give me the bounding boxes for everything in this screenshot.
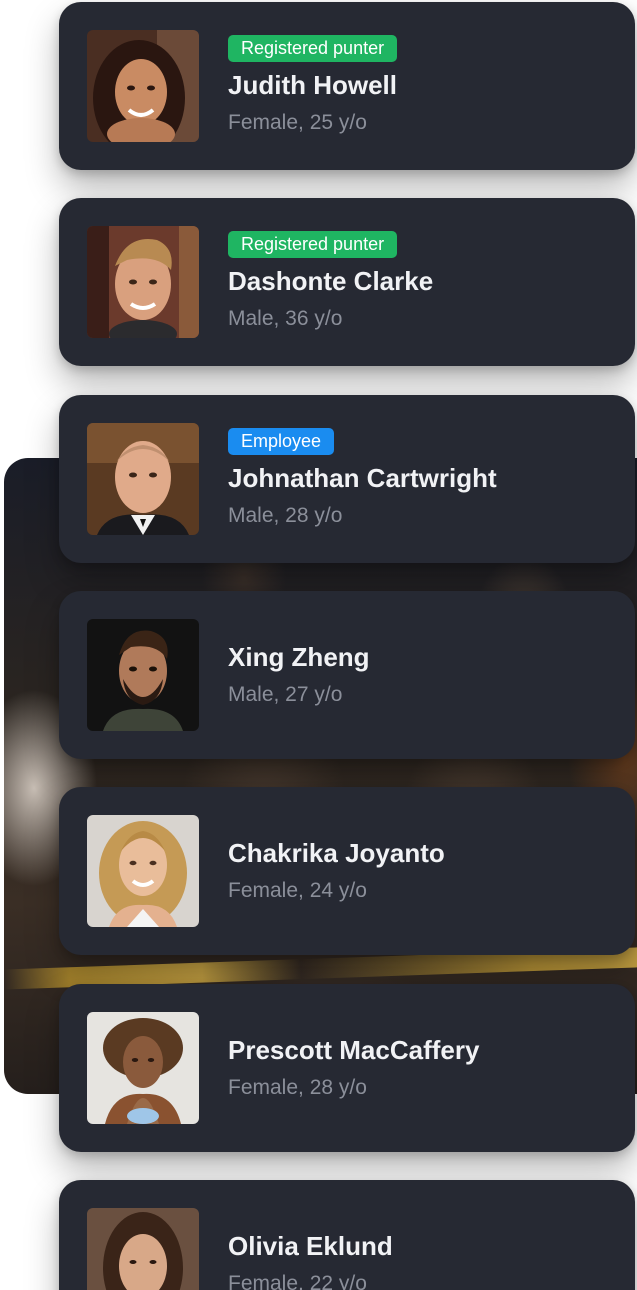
person-name: Johnathan Cartwright: [228, 462, 497, 493]
person-card[interactable]: Registered punter Judith Howell Female, …: [59, 2, 635, 170]
avatar: [87, 226, 199, 338]
person-details: Female, 24 y/o: [228, 879, 367, 902]
person-details: Male, 36 y/o: [228, 306, 343, 330]
avatar: [87, 30, 199, 142]
person-card[interactable]: Employee Johnathan Cartwright Male, 28 y…: [59, 395, 635, 563]
person-details: Female, 28 y/o: [228, 1076, 367, 1099]
status-badge: Registered punter: [228, 230, 398, 258]
status-badge: Registered punter: [228, 34, 398, 62]
avatar: [87, 1012, 199, 1124]
person-card[interactable]: Prescott MacCaffery Female, 28 y/o: [59, 984, 635, 1152]
person-card[interactable]: Registered punter Dashonte Clarke Male, …: [59, 198, 635, 366]
avatar: [87, 1208, 199, 1290]
avatar: [87, 423, 199, 535]
people-list-screen: Registered punter Judith Howell Female, …: [0, 0, 637, 1290]
status-badge: Employee: [228, 427, 335, 455]
person-name: Judith Howell: [228, 69, 397, 100]
person-details: Female, 25 y/o: [228, 110, 367, 134]
person-card[interactable]: Chakrika Joyanto Female, 24 y/o: [59, 787, 635, 955]
person-name: Xing Zheng: [228, 642, 370, 672]
person-details: Female, 22 y/o: [228, 1272, 367, 1290]
person-name: Prescott MacCaffery: [228, 1035, 480, 1065]
person-details: Male, 27 y/o: [228, 683, 343, 706]
person-name: Dashonte Clarke: [228, 265, 434, 296]
person-card[interactable]: Olivia Eklund Female, 22 y/o: [59, 1180, 635, 1290]
person-card[interactable]: Xing Zheng Male, 27 y/o: [59, 591, 635, 759]
person-name: Chakrika Joyanto: [228, 838, 445, 868]
avatar: [87, 619, 199, 731]
person-details: Male, 28 y/o: [228, 503, 343, 527]
avatar: [87, 815, 199, 927]
person-name: Olivia Eklund: [228, 1231, 393, 1261]
